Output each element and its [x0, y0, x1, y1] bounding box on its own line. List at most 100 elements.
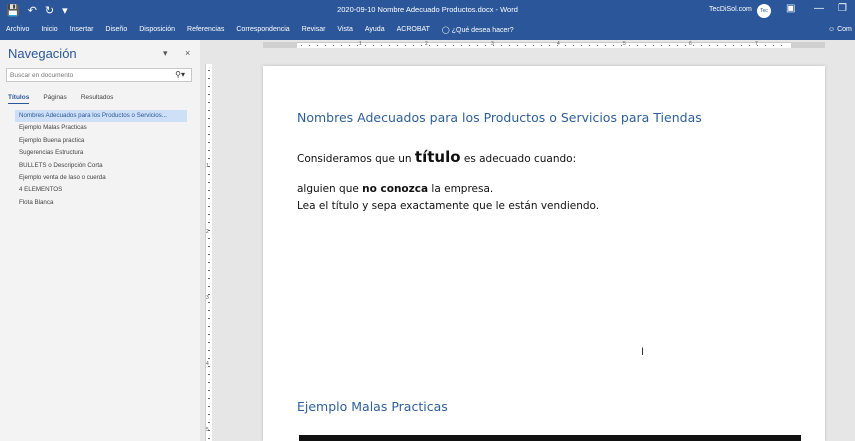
vertical-scrollbar[interactable] — [840, 40, 855, 441]
document-page[interactable]: Nombres Adecuados para los Productos o S… — [263, 66, 825, 441]
ruler-tick — [208, 278, 210, 279]
ruler-tick — [208, 174, 210, 175]
search-icon[interactable]: ⚲▾ — [175, 70, 185, 79]
ruler-tick — [208, 134, 210, 135]
horizontal-ruler[interactable]: 1 2 3 4 5 6 7 — [263, 40, 825, 50]
ruler-tick — [208, 150, 210, 151]
ruler-tick — [301, 45, 302, 46]
ruler-tick — [381, 45, 382, 46]
ruler-tick — [581, 45, 582, 46]
ruler-tick — [485, 45, 486, 46]
ruler-tick — [317, 45, 318, 46]
ruler-tick — [208, 318, 210, 319]
h-ruler-label: 6 — [689, 41, 692, 47]
ruler-tick — [461, 45, 462, 46]
minimize-icon[interactable]: — — [814, 3, 824, 14]
ruler-tick — [493, 45, 494, 46]
embedded-image[interactable] — [299, 435, 801, 441]
ruler-tick — [208, 86, 210, 87]
heading-item[interactable]: Ejemplo Buena practica — [15, 135, 187, 147]
ruler-tick — [565, 45, 566, 46]
pane-options-icon[interactable]: ▾ — [163, 48, 168, 59]
tab-correspondencia[interactable]: Correspondencia — [236, 26, 289, 34]
ruler-tick — [525, 45, 526, 46]
heading-2[interactable]: Ejemplo Malas Practicas — [297, 399, 448, 414]
ruler-tick — [669, 45, 670, 46]
ruler-tick — [208, 366, 210, 367]
h-ruler-label: 7 — [755, 41, 758, 47]
ruler-tick — [208, 430, 210, 431]
paragraph[interactable]: alguien que no conozca la empresa. — [297, 183, 493, 195]
ruler-tick — [661, 45, 662, 46]
ruler-tick — [208, 190, 210, 191]
ruler-tick — [725, 45, 726, 46]
tab-archivo[interactable]: Archivo — [6, 26, 29, 34]
ruler-tick — [589, 45, 590, 46]
ruler-tick — [208, 94, 210, 95]
ruler-tick — [208, 102, 210, 103]
paragraph[interactable]: Lea el título y sepa exactamente que le … — [297, 200, 599, 212]
heading-item[interactable]: Sugerencias Estructura — [15, 147, 187, 159]
vertical-ruler[interactable]: 1 2 3 4 5 — [203, 40, 213, 441]
text-run: Consideramos que un — [297, 153, 415, 165]
share-button[interactable]: ☺ Com — [828, 26, 852, 33]
tab-resultados[interactable]: Resultados — [81, 94, 114, 104]
ruler-tick — [685, 45, 686, 46]
ruler-tick — [208, 342, 210, 343]
ruler-tick — [389, 45, 390, 46]
tab-acrobat[interactable]: ACROBAT — [397, 26, 430, 34]
ribbon-display-icon[interactable]: ▣ — [786, 3, 795, 14]
restore-icon[interactable]: ❐ — [838, 3, 847, 14]
ruler-tick — [208, 238, 210, 239]
tab-insertar[interactable]: Insertar — [70, 26, 94, 34]
heading-1[interactable]: Nombres Adecuados para los Productos o S… — [297, 110, 702, 125]
tell-me-box[interactable]: ◯ ¿Qué desea hacer? — [442, 26, 514, 34]
tab-vista[interactable]: Vista — [337, 26, 352, 34]
ruler-tick — [677, 45, 678, 46]
tab-inicio[interactable]: Inicio — [41, 26, 57, 34]
ruler-tick — [413, 45, 414, 46]
tab-diseno[interactable]: Diseño — [105, 26, 127, 34]
heading-item[interactable]: BULLETS o Descripción Corta — [15, 160, 187, 172]
ruler-tick — [701, 45, 702, 46]
text-cursor-icon: I — [641, 346, 645, 358]
text-run: alguien que — [297, 183, 363, 195]
ruler-tick — [208, 334, 210, 335]
ruler-tick — [208, 262, 210, 263]
ruler-tick — [501, 45, 502, 46]
person-icon: ☺ — [828, 26, 836, 33]
tab-disposicion[interactable]: Disposición — [139, 26, 175, 34]
ruler-tick — [208, 126, 210, 127]
ruler-tick — [637, 45, 638, 46]
ruler-tick — [208, 230, 210, 231]
ruler-tick — [208, 438, 210, 439]
search-input[interactable]: Buscar en documento ⚲▾ — [6, 68, 192, 82]
ruler-tick — [621, 45, 622, 46]
ruler-tick — [557, 45, 558, 46]
heading-item[interactable]: Nombres Adecuados para los Productos o S… — [15, 110, 187, 123]
ruler-tick — [453, 45, 454, 46]
h-ruler-label: 3 — [491, 41, 494, 47]
paragraph[interactable]: Consideramos que un título es adecuado c… — [297, 148, 576, 166]
close-icon[interactable]: × — [185, 48, 190, 58]
user-name[interactable]: TecDiSol.com — [709, 6, 752, 13]
navigation-pane: Navegación ▾ × Buscar en documento ⚲▾ Tí… — [0, 40, 200, 441]
avatar[interactable]: Tec — [757, 4, 771, 18]
tab-titulos[interactable]: Títulos — [8, 94, 30, 104]
ruler-tick — [549, 45, 550, 46]
ruler-tick — [509, 45, 510, 46]
heading-item[interactable]: Flota Blanca — [15, 197, 187, 209]
ruler-tick — [541, 45, 542, 46]
ruler-tick — [208, 142, 210, 143]
share-label: Com — [837, 26, 852, 33]
heading-item[interactable]: Ejemplo venta de laso o cuerda — [15, 172, 187, 184]
heading-item[interactable]: 4 ELEMENTOS — [15, 184, 187, 196]
ruler-tick — [405, 45, 406, 46]
navigation-title: Navegación — [8, 46, 77, 61]
tab-paginas[interactable]: Páginas — [43, 94, 67, 104]
tab-ayuda[interactable]: Ayuda — [365, 26, 385, 34]
tab-referencias[interactable]: Referencias — [187, 26, 224, 34]
heading-item[interactable]: Ejemplo Malas Practicas — [15, 122, 187, 134]
ruler-tick — [781, 45, 782, 46]
tab-revisar[interactable]: Revisar — [302, 26, 326, 34]
